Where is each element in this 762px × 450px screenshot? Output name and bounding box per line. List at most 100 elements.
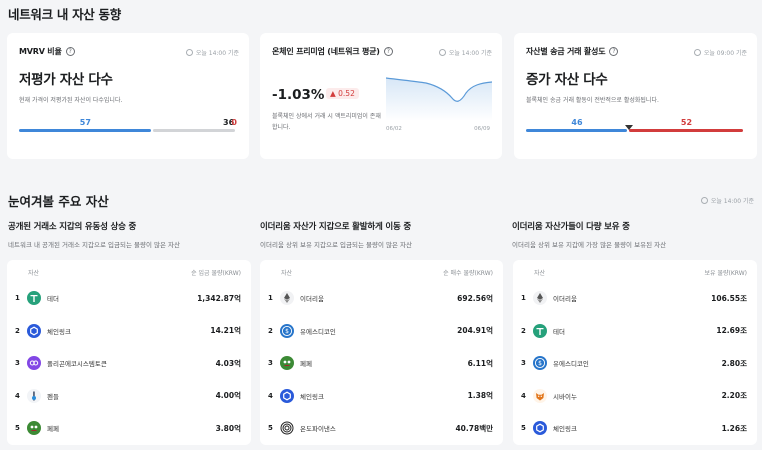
section-time: 오늘 14:00 기준 — [710, 198, 754, 205]
shiba-icon — [533, 388, 547, 403]
rank: 5 — [268, 424, 273, 432]
list-title: 이더리움 자산가들이 다량 보유 중 — [512, 222, 630, 232]
asset-value: 1.38억 — [467, 391, 493, 400]
table-row[interactable]: 2 $ 유에스디코인 204.91억 — [268, 321, 493, 341]
rank: 2 — [521, 326, 526, 335]
activity-count-low: 46 — [571, 118, 583, 127]
premium-change-badge: ▲ 0.52 — [326, 88, 359, 99]
asset-table: 자산 순 매수 물량(KRW) 1 이더리움 692.56억 2 $ 유에스디코인 204.91… — [260, 260, 503, 445]
asset-value: 204.91억 — [457, 326, 493, 335]
svg-text:$: $ — [538, 360, 542, 367]
table-row[interactable]: 3 $ 유에스디코인 2.80조 — [521, 353, 747, 373]
mvrv-bar-neutral — [152, 129, 235, 132]
asset-name: 테더 — [553, 327, 565, 336]
clock-icon — [438, 49, 446, 56]
asset-name: 폴리곤에코시스템토큰 — [47, 360, 107, 368]
premium-desc: 블록체인 상에서 거래 시 액트리미엄이 존재합니다. — [272, 113, 381, 131]
rank: 1 — [268, 294, 273, 302]
table-row[interactable]: 5 체인링크 1.26조 — [521, 418, 747, 438]
table-row[interactable]: 1 이더리움 106.55조 — [521, 288, 747, 308]
activity-card[interactable]: 자산별 송금 거래 활성도? 오늘 09:00 기준 증가 자산 다수 블록체인… — [514, 33, 757, 159]
list-desc: 이더리움 상위 보유 지갑에 가장 많은 물량이 보유된 자산 — [512, 241, 667, 249]
rank: 4 — [521, 391, 526, 400]
help-icon[interactable]: ? — [65, 47, 75, 56]
asset-value: 6.11억 — [467, 358, 493, 368]
premium-date-end: 06/09 — [474, 126, 490, 132]
premium-title: 온체인 프리미엄 (네트워크 평균) — [272, 47, 380, 56]
mvrv-headline: 저평가 자산 다수 — [19, 72, 113, 88]
table-row[interactable]: 1 테더 1,342.87억 — [15, 288, 241, 308]
help-icon[interactable]: ? — [609, 47, 619, 56]
chainlink-icon — [27, 323, 41, 338]
tether-icon — [27, 291, 41, 305]
mvrv-card[interactable]: MVRV 비율? 오늘 14:00 기준 저평가 자산 다수 현재 가격이 저평… — [7, 33, 249, 159]
rank: 1 — [521, 294, 526, 302]
col-value: 순 입금 물량(KRW) — [191, 270, 241, 277]
col-value: 보유 물량(KRW) — [704, 270, 747, 277]
premium-card[interactable]: 온체인 프리미엄 (네트워크 평균)? 오늘 14:00 기준 -1.03% ▲… — [260, 33, 502, 159]
table-row[interactable]: 5 온도파이낸스 40.78백만 — [268, 418, 493, 438]
col-value: 순 매수 물량(KRW) — [443, 270, 493, 277]
list-title: 이더리움 자산가 지갑으로 활발하게 이동 중 — [260, 222, 411, 232]
mvrv-bar: 57 36 0 — [19, 118, 237, 135]
mvrv-desc: 현재 가격이 저평가된 자산이 다수입니다. — [19, 97, 123, 104]
table-row[interactable]: 4 펜들 4.00억 — [15, 386, 241, 406]
rank: 4 — [15, 391, 20, 400]
rank: 1 — [15, 294, 20, 302]
asset-name: 페페 — [300, 360, 312, 368]
table-row[interactable]: 5 페페 3.80억 — [15, 418, 241, 438]
mvrv-count-high: 0 — [231, 118, 237, 127]
tether-icon — [533, 323, 547, 338]
list-desc: 이더리움 상위 보유 지갑으로 입금되는 물량이 많은 자산 — [260, 241, 413, 249]
asset-name: 이더리움 — [300, 295, 324, 303]
asset-name: 테더 — [47, 295, 59, 303]
asset-value: 106.55조 — [711, 293, 747, 303]
asset-value: 692.56억 — [457, 293, 493, 303]
activity-marker-icon — [624, 125, 633, 130]
asset-value: 2.80조 — [721, 358, 747, 368]
col-asset: 자산 — [281, 270, 293, 277]
section-title: 눈여겨볼 주요 자산 — [8, 194, 109, 209]
asset-name: 유에스디코인 — [300, 327, 336, 336]
asset-value: 4.00억 — [215, 391, 241, 400]
table-row[interactable]: 2 테더 12.69조 — [521, 321, 747, 341]
asset-name: 유에스디코인 — [553, 360, 589, 368]
rank: 3 — [15, 359, 20, 367]
asset-table: 자산 보유 물량(KRW) 1 이더리움 106.55조 2 테더 12.69조 3 $ 유에스디코… — [513, 260, 757, 445]
chainlink-icon — [280, 388, 294, 403]
mvrv-time: 오늘 14:00 기준 — [195, 50, 239, 57]
table-row[interactable]: 4 시바이누 2.20조 — [521, 386, 747, 406]
asset-value: 14.21억 — [210, 326, 241, 335]
usdc-icon: $ — [280, 323, 294, 338]
premium-date-start: 06/02 — [386, 126, 402, 132]
asset-name: 체인링크 — [300, 392, 324, 401]
usdc-icon: $ — [533, 356, 547, 370]
table-row[interactable]: 1 이더리움 692.56억 — [268, 288, 493, 308]
table-row[interactable]: 4 체인링크 1.38억 — [268, 386, 493, 406]
asset-value: 1.26조 — [721, 423, 747, 433]
table-row[interactable]: 3 페페 6.11억 — [268, 353, 493, 373]
asset-name: 체인링크 — [47, 327, 71, 336]
asset-table: 자산 순 입금 물량(KRW) 1 테더 1,342.87억 2 체인링크 14.21억 3 폴리… — [7, 260, 251, 445]
help-icon[interactable]: ? — [383, 47, 393, 56]
clock-icon — [700, 197, 708, 204]
asset-name: 페페 — [47, 425, 59, 433]
asset-value: 40.78백만 — [455, 423, 493, 433]
table-row[interactable]: 2 체인링크 14.21억 — [15, 321, 241, 341]
mvrv-count-low: 57 — [79, 118, 91, 127]
activity-headline: 증가 자산 다수 — [526, 72, 608, 88]
asset-name: 온도파이낸스 — [300, 425, 336, 433]
activity-bar: 46 52 — [526, 118, 745, 135]
pepe-icon — [27, 421, 41, 435]
table-row[interactable]: 3 폴리곤에코시스템토큰 4.03억 — [15, 353, 241, 373]
asset-value: 1,342.87억 — [197, 293, 241, 303]
ethereum-icon — [280, 291, 294, 305]
col-asset: 자산 — [28, 270, 40, 277]
ethereum-icon — [533, 291, 547, 305]
pepe-icon — [280, 356, 294, 370]
premium-time: 오늘 14:00 기준 — [448, 50, 492, 57]
list-desc: 네트워크 내 공개된 거래소 지갑으로 입금되는 물량이 많은 자산 — [8, 241, 181, 249]
page-title: 네트워크 내 자산 동향 — [8, 7, 121, 22]
mvrv-bar-undervalued — [19, 129, 151, 132]
rank: 3 — [521, 359, 526, 367]
